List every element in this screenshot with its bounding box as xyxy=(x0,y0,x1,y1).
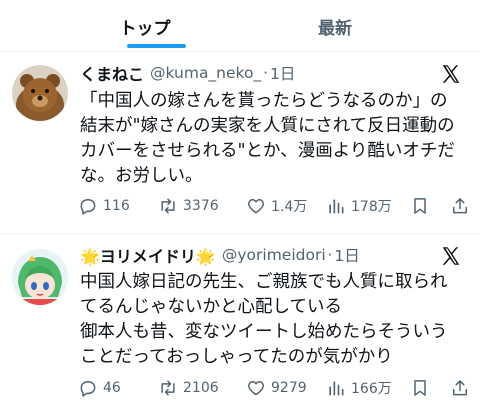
tweet-header: 🌟ヨリメイドリ🌟 @yorimeidori · 1日 xyxy=(80,244,360,266)
retweet-button[interactable]: 2106 xyxy=(158,375,219,401)
timeline-tabs: トップ 最新 xyxy=(0,0,480,52)
heart-icon xyxy=(248,381,264,396)
display-name[interactable]: くまねこ xyxy=(80,61,144,85)
views-chart-icon xyxy=(329,381,344,396)
username[interactable]: @kuma_neko_ xyxy=(150,64,261,82)
separator-dot: · xyxy=(263,64,268,82)
like-button[interactable]: 1.4万 xyxy=(246,193,307,219)
tweet-text: 中国人嫁日記の先生、ご親族でも人質に取られ てるんじゃないかと心配している 御本… xyxy=(80,270,470,370)
reply-icon xyxy=(80,199,96,215)
reply-count: 116 xyxy=(103,198,130,214)
retweet-count: 3376 xyxy=(183,198,219,214)
share-button[interactable] xyxy=(450,375,470,401)
tweet-text-line: てるんじゃないかと心配している xyxy=(80,297,342,317)
active-tab-indicator xyxy=(127,44,186,48)
username[interactable]: @yorimeidori xyxy=(222,246,326,264)
views-button[interactable]: 178万 xyxy=(326,193,392,219)
timestamp[interactable]: 1日 xyxy=(334,244,359,266)
tweet-text-line: 「中国人の嫁さんを貰ったらどうなるのか」の xyxy=(80,91,448,111)
retweet-icon xyxy=(161,380,175,396)
tweet[interactable]: くまねこ @kuma_neko_ · 1日 「中国人の嫁さんを貰ったらどうなるの… xyxy=(0,53,480,234)
avatar[interactable] xyxy=(12,249,68,305)
tab-latest[interactable]: 最新 xyxy=(290,0,380,52)
timestamp[interactable]: 1日 xyxy=(270,62,295,84)
like-count: 9279 xyxy=(271,380,307,396)
tweet-header: くまねこ @kuma_neko_ · 1日 xyxy=(80,62,295,84)
heart-icon xyxy=(248,199,264,214)
bookmark-button[interactable] xyxy=(410,193,430,219)
share-button[interactable] xyxy=(450,193,470,219)
retweet-icon xyxy=(161,198,175,214)
view-count: 166万 xyxy=(351,381,392,397)
reply-button[interactable]: 116 xyxy=(78,193,130,219)
bear-avatar-icon xyxy=(12,65,68,121)
share-icon xyxy=(453,198,467,214)
tweet-text: 「中国人の嫁さんを貰ったらどうなるのか」の 結末が"嫁さんの実家を人質にされて反… xyxy=(80,89,470,189)
tweet-text-line: 中国人嫁日記の先生、ご親族でも人質に取られ xyxy=(80,272,448,292)
reply-icon xyxy=(80,381,96,397)
tweet-text-line: カバーをさせられる"とか、漫画より酷いオチだ xyxy=(80,141,455,161)
tweet-text-line: な。お労しい。 xyxy=(80,166,203,186)
like-count: 1.4万 xyxy=(271,199,308,215)
tweet-text-line: 結末が"嫁さんの実家を人質にされて反日運動の xyxy=(80,116,455,136)
x-logo-icon xyxy=(442,65,460,83)
display-name[interactable]: 🌟ヨリメイドリ🌟 xyxy=(80,243,216,267)
separator-dot: · xyxy=(327,246,333,264)
tweet[interactable]: 🌟ヨリメイドリ🌟 @yorimeidori · 1日 中国人嫁日記の先生、ご親族… xyxy=(0,235,480,419)
bookmark-icon xyxy=(414,380,426,396)
avatar[interactable] xyxy=(12,65,68,121)
anime-girl-avatar-icon xyxy=(12,249,68,305)
tweet-text-line: ことだっておっしゃってたのが気がかり xyxy=(80,347,393,367)
bookmark-button[interactable] xyxy=(410,375,430,401)
views-button[interactable]: 166万 xyxy=(326,375,392,401)
tweet-actions: 46 2106 9279 166万 xyxy=(78,375,474,401)
views-chart-icon xyxy=(329,199,344,214)
like-button[interactable]: 9279 xyxy=(246,375,307,401)
reply-count: 46 xyxy=(103,380,121,396)
retweet-button[interactable]: 3376 xyxy=(158,193,219,219)
reply-button[interactable]: 46 xyxy=(78,375,121,401)
tweet-actions: 116 3376 1.4万 178万 xyxy=(78,193,474,219)
share-icon xyxy=(453,380,467,396)
retweet-count: 2106 xyxy=(183,380,219,396)
tweet-text-line: 御本人も昔、変なツイートし始めたらそういう xyxy=(80,322,448,342)
bookmark-icon xyxy=(414,198,426,214)
x-logo-icon xyxy=(442,247,460,265)
view-count: 178万 xyxy=(351,199,392,215)
